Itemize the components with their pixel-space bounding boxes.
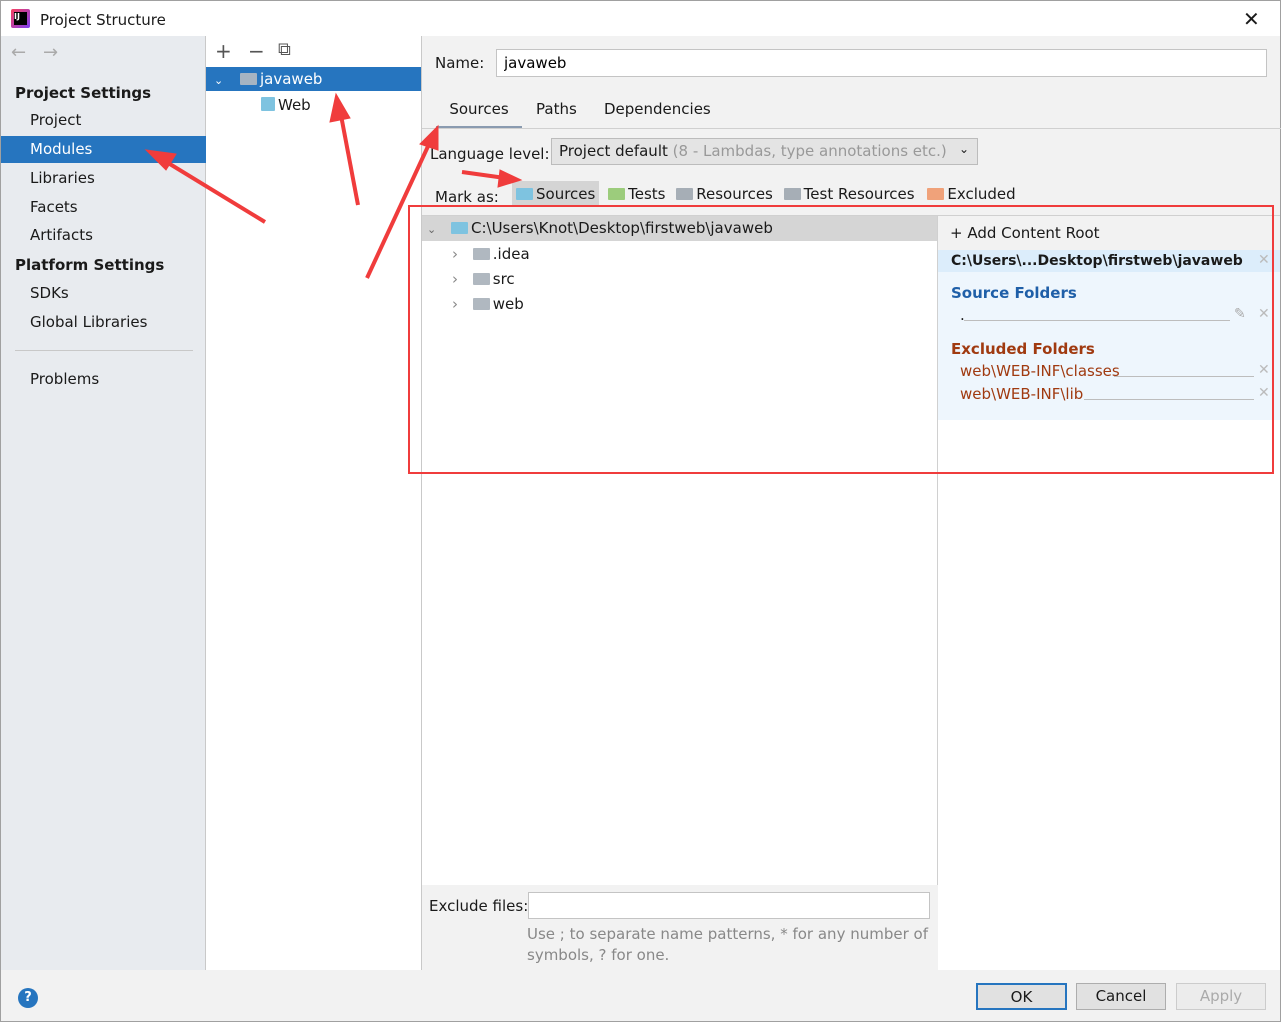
annotation-arrowhead: [497, 169, 523, 188]
annotation-arrow: [365, 141, 432, 279]
annotation-arrow: [461, 170, 506, 180]
annotation-arrow: [338, 109, 360, 206]
annotation-box: [408, 205, 1274, 474]
annotation-arrow: [158, 156, 267, 224]
annotation-overlay: [144, 92, 1274, 474]
annotation-arrowhead: [329, 92, 351, 123]
annotation-arrowhead: [419, 124, 439, 151]
